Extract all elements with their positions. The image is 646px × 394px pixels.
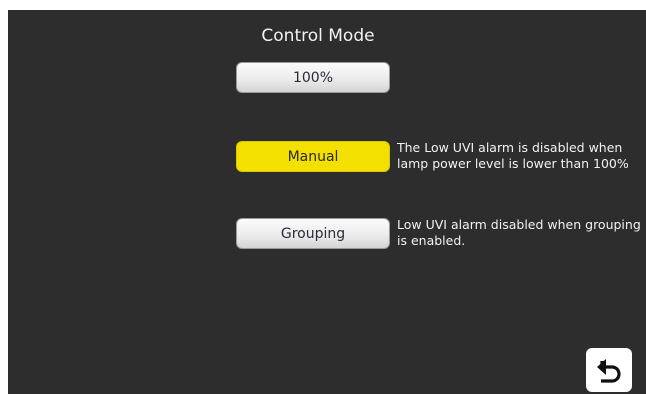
grouping-mode-note: Low UVI alarm disabled when grouping is … [397, 217, 641, 248]
page-title: Control Mode [261, 26, 375, 46]
back-arrow-icon [597, 359, 621, 383]
manual-mode-button[interactable]: Manual [236, 141, 390, 172]
back-button[interactable] [586, 348, 632, 392]
control-mode-screen: Control Mode 100% Manual The Low UVI ala… [8, 10, 646, 394]
power-level-button[interactable]: 100% [236, 62, 390, 93]
grouping-mode-button[interactable]: Grouping [236, 218, 390, 249]
manual-mode-note: The Low UVI alarm is disabled when lamp … [397, 140, 629, 171]
